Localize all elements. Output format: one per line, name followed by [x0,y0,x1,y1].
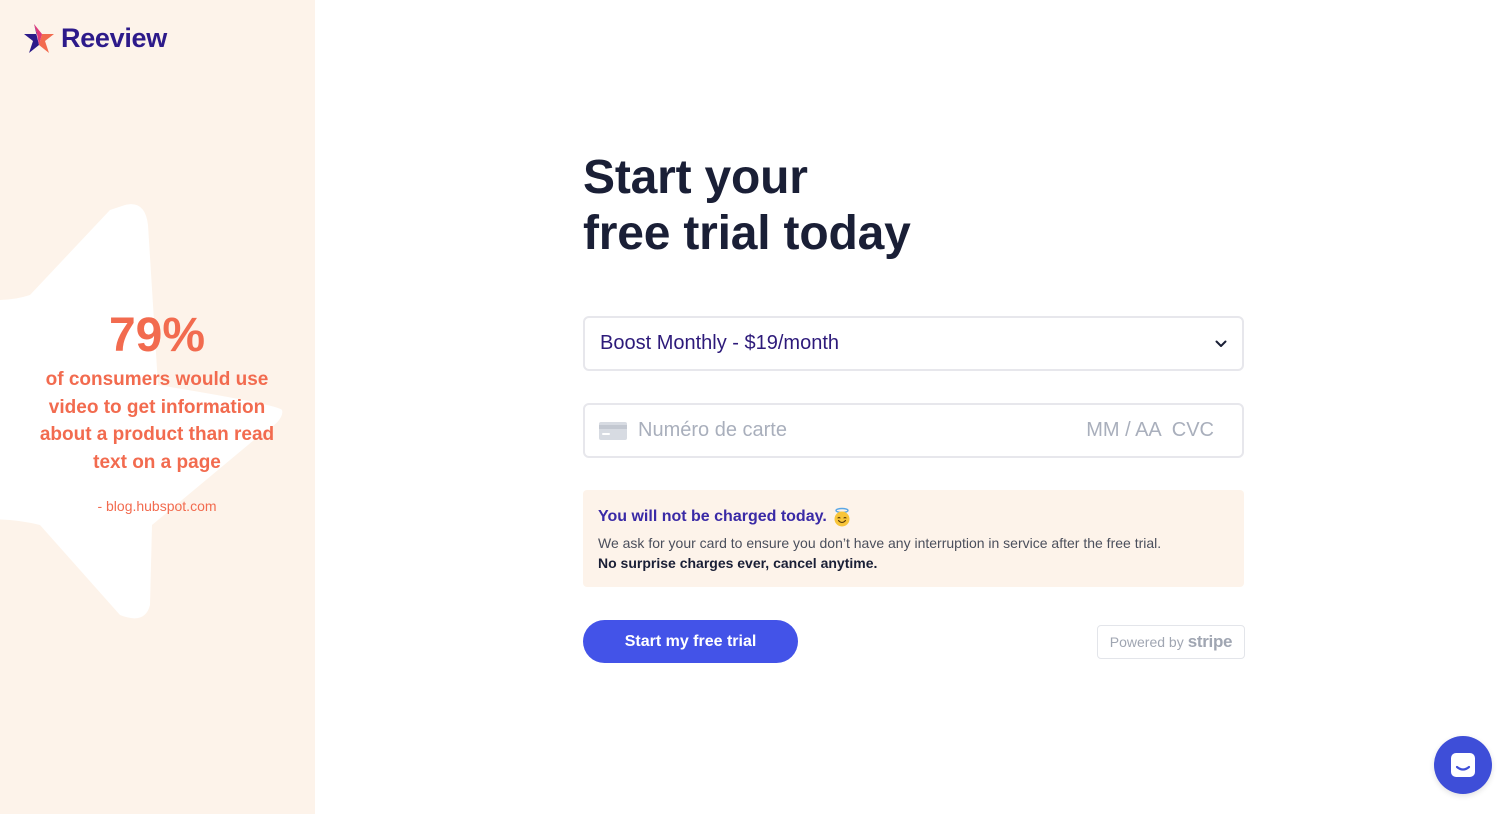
page-title: Start your free trial today [583,150,1245,262]
stripe-wordmark: stripe [1187,631,1233,651]
powered-by-stripe-badge[interactable]: Powered by stripe [1097,624,1245,659]
powered-by-label: Powered by [1109,633,1184,650]
card-input[interactable]: Numéro de carte MM / AA CVC [583,403,1244,458]
notice-title-text: You will not be charged today. [598,508,827,525]
card-expiry-field[interactable]: MM / AA [1086,419,1162,442]
brand-name: Reeview [61,23,167,53]
statistic-block: 79% of consumers would use video to get … [30,308,284,514]
brand-logo[interactable]: Reeview [22,22,167,55]
plan-select[interactable]: Boost Monthly - $19/month [583,316,1244,371]
page-title-line-1: Start your [583,151,808,204]
card-number-field[interactable]: Numéro de carte [638,419,1086,442]
chat-launcher-button[interactable] [1434,736,1492,794]
stat-source: - blog.hubspot.com [97,498,217,514]
stat-value: 79% [108,309,206,362]
form-actions: Start my free trial Powered by stripe [583,620,1245,663]
no-charge-notice: You will not be charged today. We ask fo… [583,490,1244,587]
chevron-down-icon [1214,337,1228,351]
notice-title: You will not be charged today. [598,507,1229,527]
credit-card-icon [599,421,627,440]
stat-description: of consumers would use video to get info… [39,369,275,473]
plan-select-value: Boost Monthly - $19/month [600,332,840,354]
card-cvc-field[interactable]: CVC [1172,419,1214,442]
signup-form: Start your free trial today Boost Monthl… [583,150,1245,663]
smiling-face-with-halo-icon [832,507,852,527]
star-logo-icon [24,24,54,53]
sidebar: Reeview 79% of consumers would use video… [0,0,315,814]
page-title-line-2: free trial today [583,207,911,260]
start-trial-button[interactable]: Start my free trial [583,620,798,663]
chat-bubble-icon [1451,753,1475,777]
notice-emphasis: No surprise charges ever, cancel anytime… [598,555,878,571]
notice-body: We ask for your card to ensure you don’t… [598,535,1162,551]
